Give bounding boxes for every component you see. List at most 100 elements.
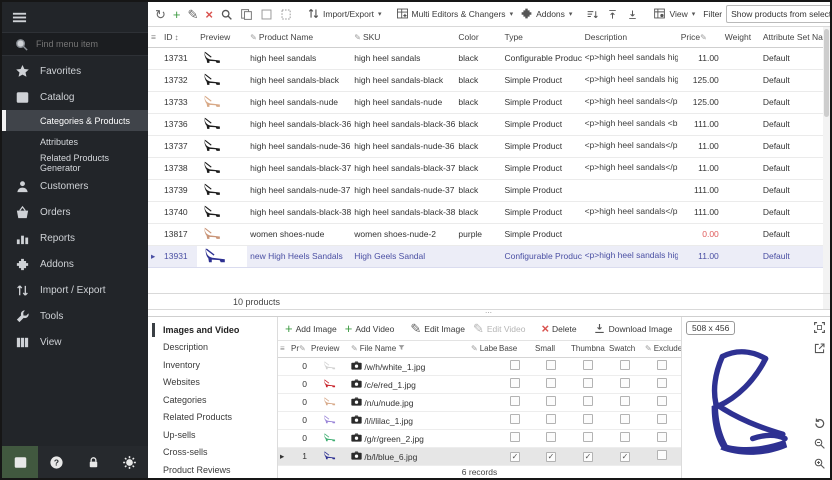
category-filter-select[interactable]: Show products from selected categories▾ (726, 5, 830, 23)
select-button[interactable] (257, 6, 276, 23)
sidebar-item-addons[interactable]: Addons (2, 251, 148, 277)
open-external-icon[interactable] (813, 342, 826, 357)
exclude-checkbox[interactable] (657, 432, 667, 442)
copy-button[interactable] (237, 6, 256, 23)
help-icon[interactable]: ? (39, 446, 75, 478)
sidebar-item-reports[interactable]: Reports (2, 225, 148, 251)
exclude-checkbox[interactable] (657, 360, 667, 370)
col-header-color[interactable]: Color (455, 27, 501, 47)
tab-description[interactable]: Description (148, 339, 277, 357)
tab-related-products[interactable]: Related Products (148, 409, 277, 427)
col-header-attribute-set[interactable]: Attribute Set Name (760, 27, 823, 47)
rotate-icon[interactable] (813, 417, 826, 432)
tab-up-sells[interactable]: Up-sells (148, 426, 277, 444)
edit-button[interactable]: ✎ (185, 7, 202, 22)
col-header-label[interactable]: ✎Label (469, 341, 497, 357)
small-checkbox[interactable] (546, 432, 556, 442)
tab-websites[interactable]: Websites (148, 374, 277, 392)
zoom-out-icon[interactable] (813, 437, 826, 452)
paste-special-button[interactable] (277, 6, 296, 23)
product-row-13732[interactable]: 13732high heel sandals-blackhigh heel sa… (148, 69, 823, 91)
exclude-checkbox[interactable] (657, 450, 667, 460)
sidebar-item-favorites[interactable]: Favorites (2, 58, 148, 84)
swatch-checkbox[interactable] (620, 432, 630, 442)
thumbnail-checkbox[interactable] (583, 414, 593, 424)
zoom-in-icon[interactable] (813, 457, 826, 472)
col-header-thumbnail[interactable]: Thumbna (569, 341, 607, 357)
col-header-file-name[interactable]: ✎File Name (349, 341, 469, 357)
sidebar-item-view[interactable]: View (2, 329, 148, 355)
add-video-button[interactable]: +Add Video (342, 321, 398, 336)
sort-button[interactable] (583, 6, 602, 23)
store-manager-icon[interactable] (2, 446, 38, 478)
base-checkbox[interactable] (510, 360, 520, 370)
sidebar-item-related-products-generator[interactable]: Related Products Generator (2, 152, 148, 173)
edit-video-button[interactable]: ✎Edit Video (470, 321, 529, 336)
hamburger-menu-icon[interactable] (12, 10, 27, 25)
image-row-g-r-green-2-jpg[interactable]: 0 /g/r/green_2.jpg (278, 429, 681, 447)
col-header-preview[interactable]: Preview (197, 27, 247, 47)
multi-editors-button[interactable]: Multi Editors & Changers▾ (393, 5, 517, 24)
tab-categories[interactable]: Categories (148, 391, 277, 409)
search-input[interactable] (36, 39, 136, 49)
col-header-img-preview[interactable]: Preview (309, 341, 349, 357)
small-checkbox[interactable] (546, 414, 556, 424)
swatch-checkbox[interactable] (620, 396, 630, 406)
product-row-13737[interactable]: 13737high heel sandals-nude-36high heel … (148, 135, 823, 157)
tab-cross-sells[interactable]: Cross-sells (148, 444, 277, 462)
sidebar-item-categories-products[interactable]: Categories & Products (2, 110, 148, 131)
swatch-checkbox[interactable] (620, 378, 630, 388)
addons-button[interactable]: Addons▾ (517, 5, 575, 24)
import-export-button[interactable]: Import/Export▾ (304, 5, 385, 24)
product-row-13740[interactable]: 13740high heel sandals-black-38high heel… (148, 201, 823, 223)
thumbnail-checkbox[interactable] (583, 378, 593, 388)
collapse-all-button[interactable] (623, 6, 642, 23)
product-row-13738[interactable]: 13738high heel sandals-black-37high heel… (148, 157, 823, 179)
col-header-base[interactable]: Base (497, 341, 533, 357)
swatch-checkbox[interactable] (620, 414, 630, 424)
settings-gear-icon[interactable] (112, 446, 148, 478)
thumbnail-checkbox[interactable] (583, 396, 593, 406)
image-row-w-h-white-1-jpg[interactable]: 0 /w/h/white_1.jpg (278, 357, 681, 375)
image-row-n-u-nude-jpg[interactable]: 0 /n/u/nude.jpg (278, 393, 681, 411)
product-row-13736[interactable]: 13736high heel sandals-black-36high heel… (148, 113, 823, 135)
col-header-exclude[interactable]: ✎Exclude (643, 341, 681, 357)
base-checkbox[interactable]: ✓ (510, 452, 520, 462)
thumbnail-checkbox[interactable] (583, 360, 593, 370)
col-header-price[interactable]: Price✎ (678, 27, 722, 47)
image-row-c-e-red-1-jpg[interactable]: 0 /c/e/red_1.jpg (278, 375, 681, 393)
add-product-button[interactable]: + (170, 7, 184, 22)
tab-inventory[interactable]: Inventory (148, 356, 277, 374)
image-row-l-i-lilac-1-jpg[interactable]: 0 /l/i/lilac_1.jpg (278, 411, 681, 429)
small-checkbox[interactable]: ✓ (546, 452, 556, 462)
edit-image-button[interactable]: ✎Edit Image (407, 321, 468, 336)
base-checkbox[interactable] (510, 396, 520, 406)
column-config-icon[interactable]: ≡ (148, 27, 161, 47)
sidebar-item-attributes[interactable]: Attributes (2, 131, 148, 152)
tab-product-reviews[interactable]: Product Reviews (148, 461, 277, 479)
base-checkbox[interactable] (510, 432, 520, 442)
product-row-13733[interactable]: 13733high heel sandals-nudehigh heel san… (148, 91, 823, 113)
delete-image-button[interactable]: ×Delete (538, 321, 579, 336)
col-header-product-name[interactable]: ✎Product Name (247, 27, 351, 47)
sidebar-item-customers[interactable]: Customers (2, 173, 148, 199)
search-button[interactable] (217, 6, 236, 23)
swatch-checkbox[interactable] (620, 360, 630, 370)
sidebar-item-import-export[interactable]: Import / Export (2, 277, 148, 303)
download-image-button[interactable]: Download Image (590, 320, 676, 337)
small-checkbox[interactable] (546, 396, 556, 406)
sidebar-item-catalog[interactable]: Catalog (2, 84, 148, 110)
images-column-config-icon[interactable]: ≡ (278, 341, 289, 357)
add-image-button[interactable]: +Add Image (282, 321, 340, 336)
product-row-13931[interactable]: ▸13931new High Heels SandalsHigh Geels S… (148, 245, 823, 267)
grid-scrollbar[interactable] (823, 27, 830, 310)
col-header-weight[interactable]: Weight (722, 27, 760, 47)
col-header-swatch[interactable]: Swatch (607, 341, 643, 357)
product-row-13731[interactable]: 13731high heel sandalshigh heel sandalsb… (148, 47, 823, 69)
col-header-id[interactable]: ID↕ (161, 27, 197, 47)
exclude-checkbox[interactable] (657, 414, 667, 424)
delete-button[interactable]: × (202, 7, 216, 22)
col-header-pr[interactable]: Pr✎ (289, 341, 309, 357)
swatch-checkbox[interactable]: ✓ (620, 452, 630, 462)
tab-images-and-video[interactable]: Images and Video (148, 321, 277, 339)
